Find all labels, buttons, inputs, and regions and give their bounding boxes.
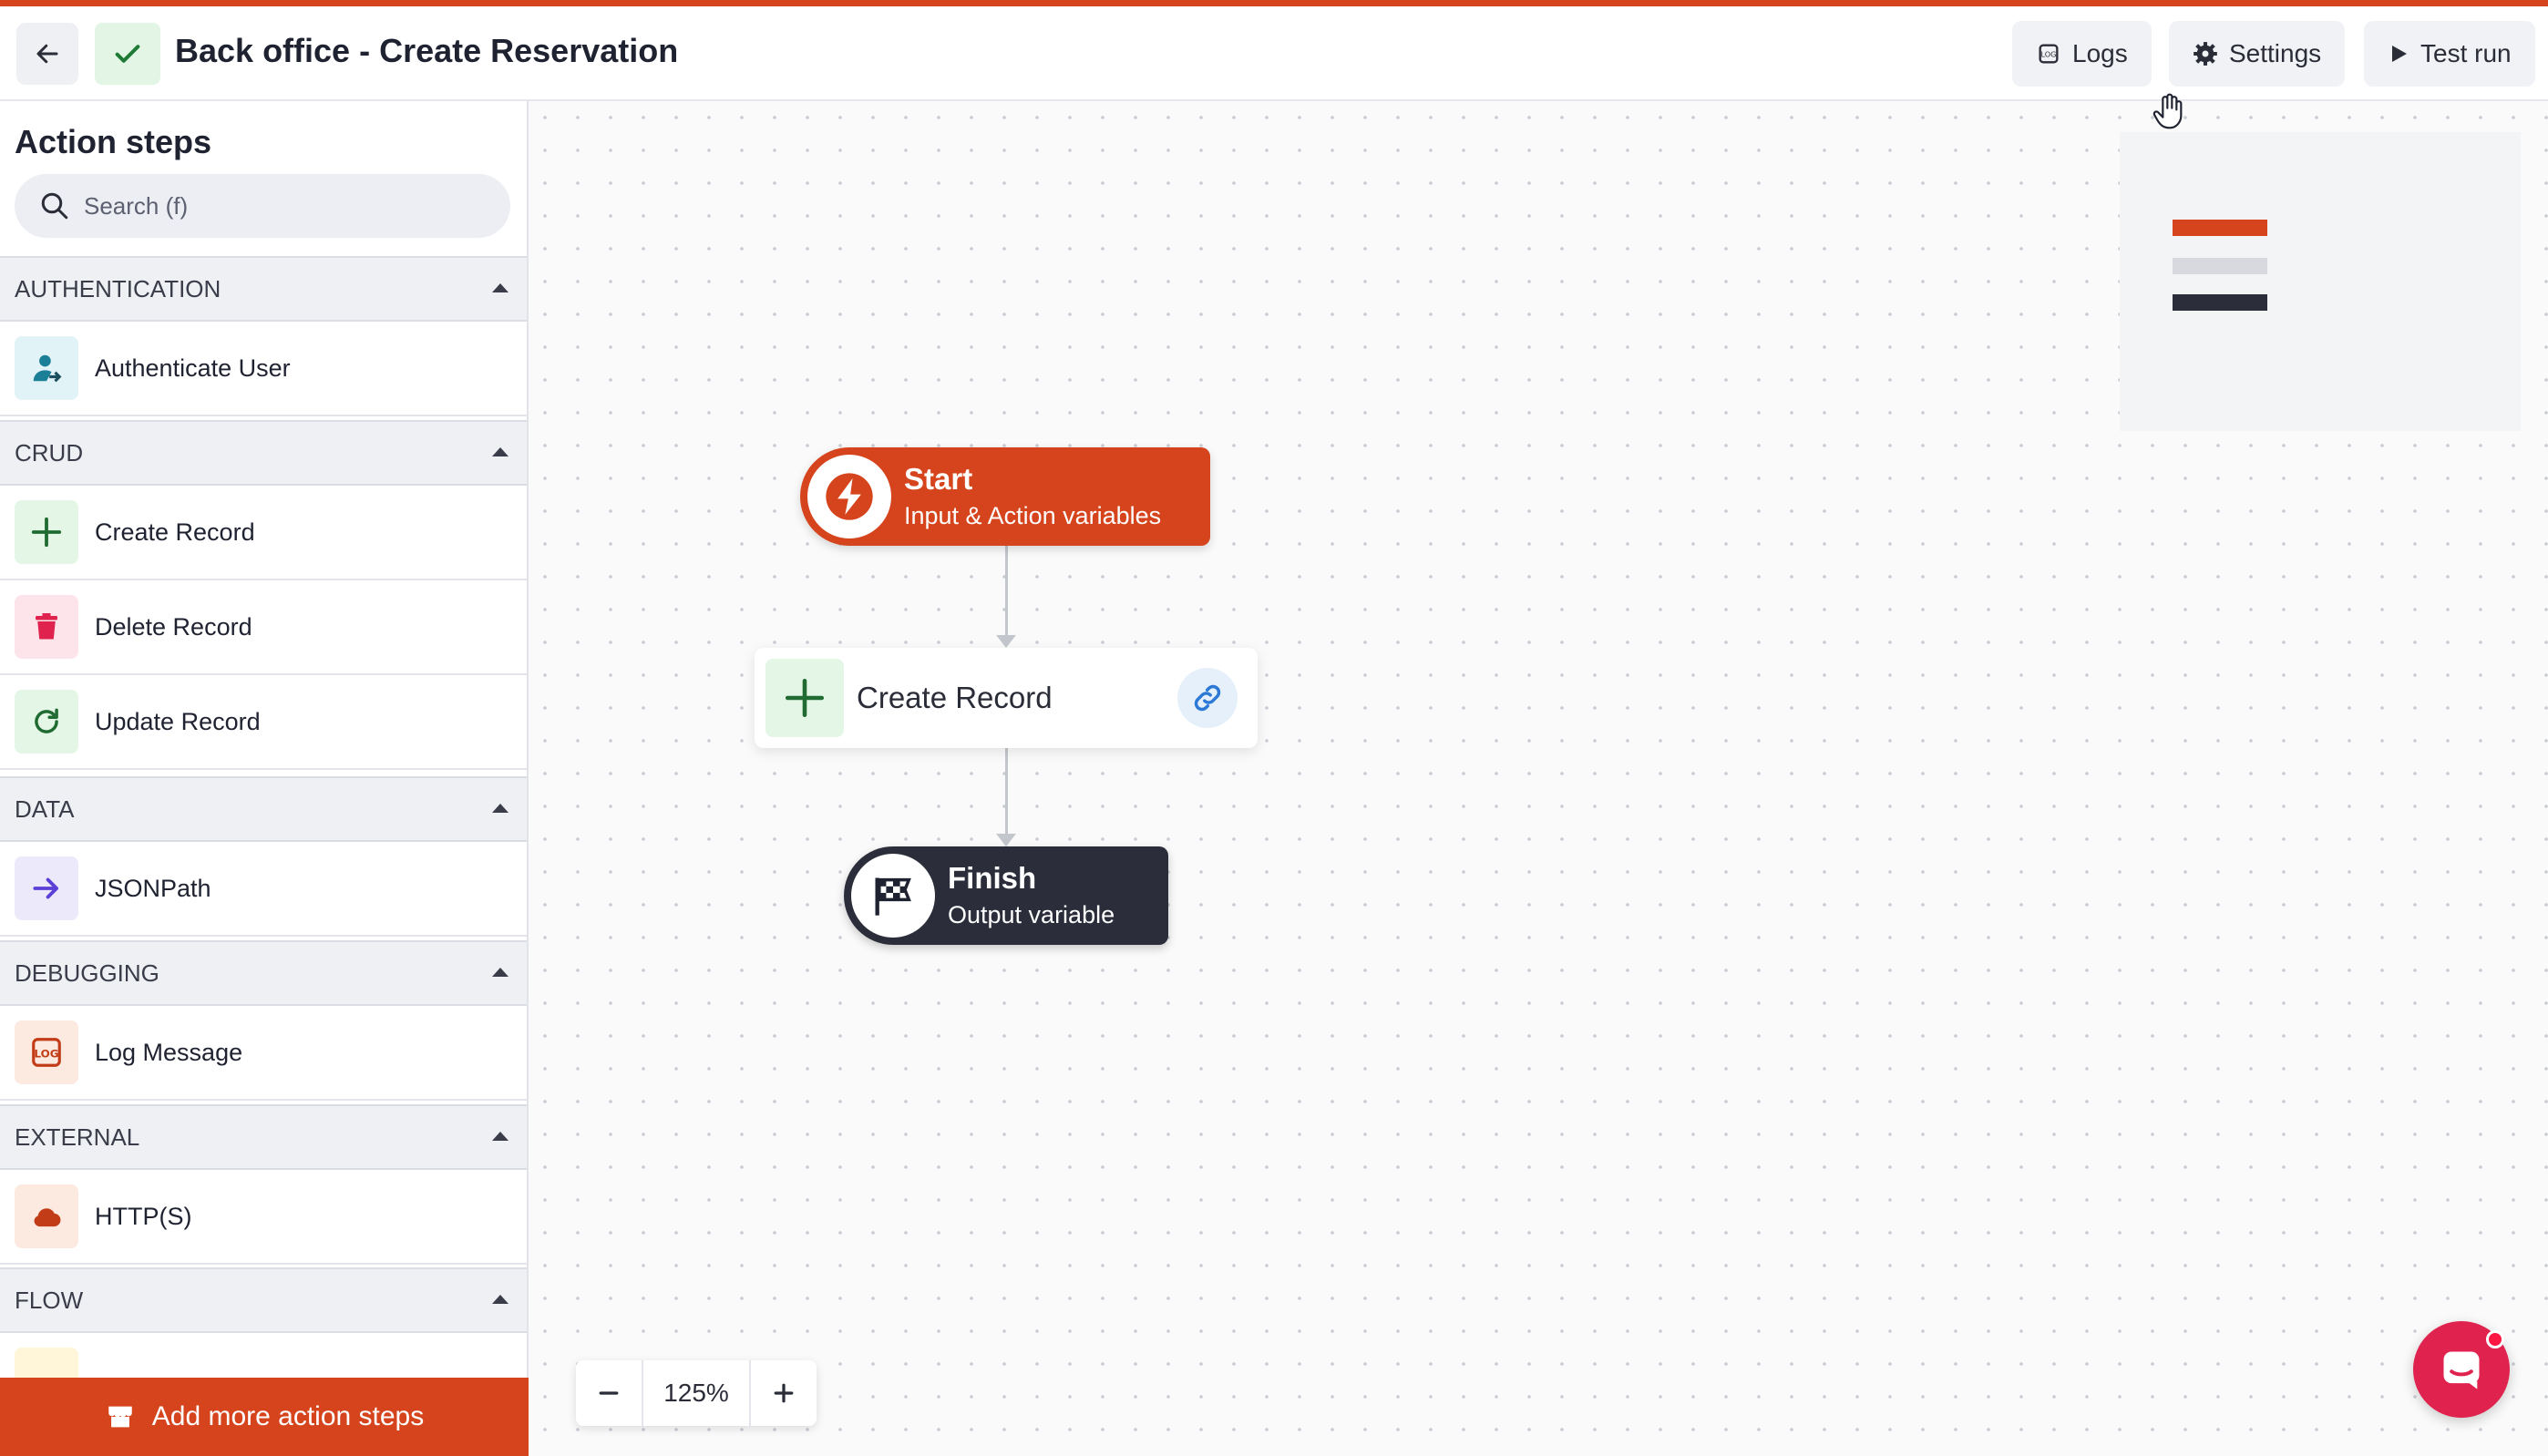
plus-icon — [774, 1383, 794, 1403]
checkered-flag-icon — [851, 854, 935, 938]
arrow-left-icon — [36, 44, 58, 64]
zoom-in-button[interactable] — [751, 1360, 817, 1426]
connector-record-to-finish — [1005, 748, 1008, 836]
store-icon — [108, 1406, 132, 1428]
logs-button-label: Logs — [2072, 39, 2128, 67]
connector-arrowhead — [996, 834, 1016, 846]
log-icon: LOG — [15, 1020, 78, 1084]
action-item-log-message[interactable]: LOG Log Message — [0, 1006, 527, 1101]
app-header: Back office - Create Reservation LOG Log… — [0, 6, 2548, 101]
trash-icon — [15, 595, 78, 659]
minimap-record-node — [2173, 258, 2267, 274]
settings-button[interactable]: Settings — [2169, 21, 2346, 87]
logs-button[interactable]: LOG Logs — [2012, 21, 2152, 87]
category-label: AUTHENTICATION — [15, 274, 221, 302]
cloud-icon — [15, 1184, 78, 1248]
action-item-update-record[interactable]: Update Record — [0, 675, 527, 770]
finish-node[interactable]: Finish Output variable — [844, 846, 1168, 945]
action-item-label: Create Record — [95, 518, 255, 546]
search-box[interactable] — [15, 174, 510, 238]
finish-node-title: Finish — [948, 861, 1037, 895]
action-item-authenticate-user[interactable]: Authenticate User — [0, 322, 527, 416]
collapse-caret-icon[interactable] — [492, 804, 509, 813]
arrow-right-icon — [15, 856, 78, 920]
action-item-label: HTTP(S) — [95, 1202, 192, 1230]
search-input[interactable] — [84, 191, 485, 220]
test-run-button-label: Test run — [2420, 39, 2512, 67]
sidebar-title: Action steps — [15, 123, 212, 160]
minimap-finish-node — [2173, 294, 2267, 311]
saved-status-indicator — [95, 23, 160, 85]
collapse-caret-icon[interactable] — [492, 1295, 509, 1304]
start-node-subtitle: Input & Action variables — [904, 502, 1162, 529]
category-authentication[interactable]: AUTHENTICATION — [0, 256, 527, 322]
action-item-label: Update Record — [95, 707, 261, 735]
chat-icon — [2443, 1351, 2480, 1389]
start-node[interactable]: Start Input & Action variables — [800, 447, 1210, 546]
category-crud[interactable]: CRUD — [0, 420, 527, 486]
back-button[interactable] — [16, 23, 78, 85]
collapse-caret-icon[interactable] — [492, 283, 509, 292]
play-icon — [2392, 46, 2407, 62]
category-debugging[interactable]: DEBUGGING — [0, 940, 527, 1006]
category-data[interactable]: DATA — [0, 776, 527, 842]
connector-start-to-record — [1005, 546, 1008, 637]
lightning-icon — [807, 455, 891, 538]
top-accent-stripe — [0, 0, 2548, 6]
link-icon[interactable] — [1177, 668, 1238, 728]
action-item-delete-record[interactable]: Delete Record — [0, 580, 527, 675]
user-auth-icon — [15, 336, 78, 400]
connector-arrowhead — [996, 635, 1016, 648]
notification-dot — [2486, 1330, 2504, 1348]
finish-node-subtitle: Output variable — [948, 901, 1115, 928]
refresh-icon — [15, 690, 78, 754]
settings-button-label: Settings — [2229, 39, 2322, 67]
add-more-label: Add more action steps — [151, 1401, 425, 1431]
create-record-node-label: Create Record — [857, 681, 1053, 714]
category-label: CRUD — [15, 438, 84, 467]
action-item-label: Delete Record — [95, 612, 252, 641]
action-item-label: Authenticate User — [95, 354, 291, 382]
category-external[interactable]: EXTERNAL — [0, 1104, 527, 1170]
minimap-start-node — [2173, 220, 2267, 236]
add-more-action-steps-button[interactable]: Add more action steps — [0, 1378, 529, 1456]
action-steps-sidebar: Action steps AUTHENTICATION Authenticate… — [0, 101, 529, 1456]
collapse-caret-icon[interactable] — [492, 968, 509, 977]
minus-icon — [599, 1391, 619, 1395]
minimap[interactable] — [2120, 132, 2521, 431]
page-title: Back office - Create Reservation — [175, 32, 679, 69]
collapse-caret-icon[interactable] — [492, 1132, 509, 1141]
svg-text:LOG: LOG — [2041, 50, 2057, 59]
collapse-caret-icon[interactable] — [492, 447, 509, 456]
plus-icon — [765, 659, 844, 737]
plus-icon — [15, 500, 78, 564]
zoom-out-button[interactable] — [576, 1360, 642, 1426]
action-item-label: Log Message — [95, 1038, 243, 1066]
category-label: DEBUGGING — [15, 959, 159, 987]
category-label: FLOW — [15, 1286, 84, 1314]
action-item-jsonpath[interactable]: JSONPath — [0, 842, 527, 937]
check-icon — [115, 45, 140, 63]
create-record-node[interactable]: Create Record — [755, 648, 1258, 748]
category-label: DATA — [15, 795, 75, 823]
search-icon — [41, 192, 68, 220]
zoom-level: 125% — [642, 1360, 751, 1426]
gear-icon — [2194, 42, 2217, 66]
action-item-create-record[interactable]: Create Record — [0, 486, 527, 580]
flow-canvas[interactable]: Start Input & Action variables Create Re… — [529, 101, 2548, 1456]
zoom-controls: 125% — [576, 1360, 817, 1426]
svg-text:LOG: LOG — [35, 1048, 59, 1061]
category-flow[interactable]: FLOW — [0, 1267, 527, 1333]
log-icon: LOG — [2039, 44, 2059, 64]
test-run-button[interactable]: Test run — [2364, 21, 2535, 87]
chat-support-button[interactable] — [2413, 1321, 2510, 1418]
hand-cursor-icon — [2151, 91, 2187, 136]
start-node-title: Start — [904, 462, 973, 496]
action-item-label: JSONPath — [95, 874, 211, 902]
category-label: EXTERNAL — [15, 1123, 140, 1151]
action-item-https[interactable]: HTTP(S) — [0, 1170, 527, 1265]
